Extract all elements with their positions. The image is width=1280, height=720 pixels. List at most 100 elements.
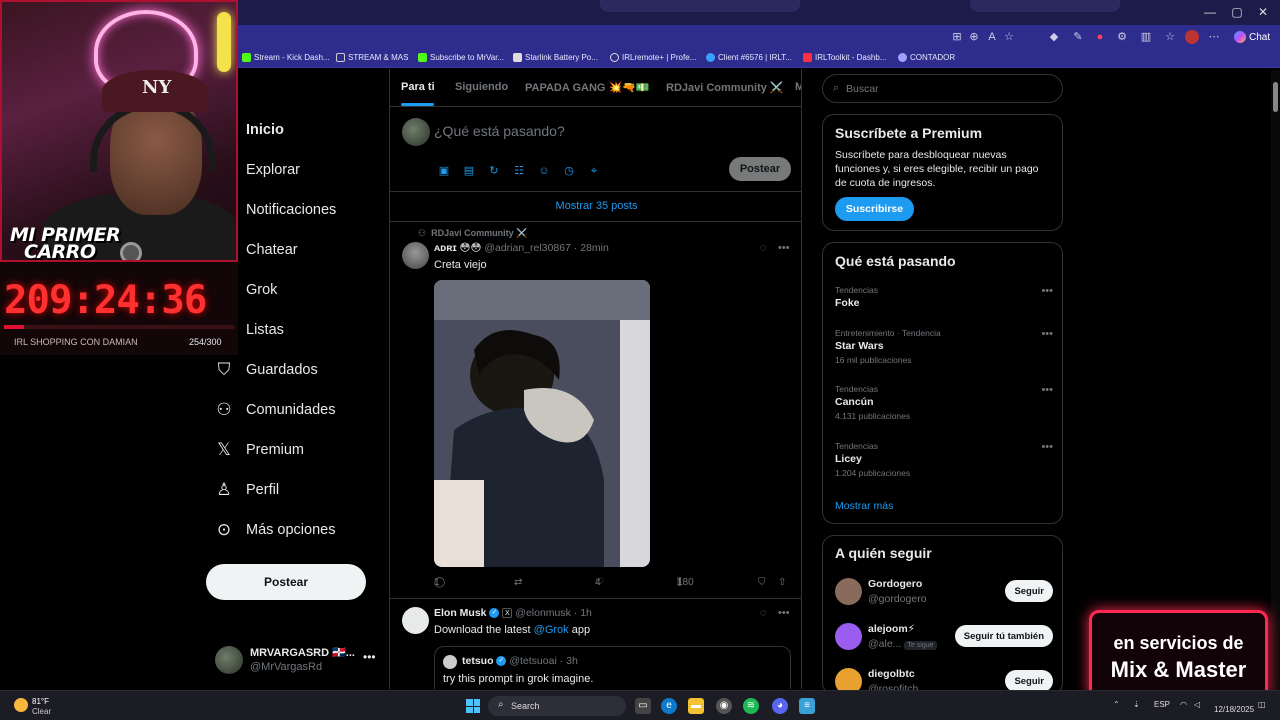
chevron-up-icon[interactable]: ⌃ xyxy=(1113,700,1120,709)
follow-button[interactable]: Seguir xyxy=(1005,670,1053,692)
bookmark-item[interactable]: Subscribe to MrVar... xyxy=(418,53,504,62)
bookmark-item[interactable]: STREAM & MAS xyxy=(336,53,408,62)
page-scrollbar[interactable] xyxy=(1271,70,1280,690)
bookmark-item[interactable]: IRLremote+ | Profe... xyxy=(610,53,696,62)
post-context[interactable]: ⚇ RDJavi Community ⚔️ xyxy=(418,228,527,239)
language-indicator[interactable]: ESP xyxy=(1154,700,1170,709)
grok-icon[interactable]: ◌ xyxy=(760,607,767,619)
avatar[interactable] xyxy=(402,242,429,269)
trend-item[interactable]: Tendencias Foke ••• xyxy=(835,285,1053,309)
nav-item-premium[interactable]: 𝕏 Premium xyxy=(213,435,304,465)
more-icon[interactable]: ••• xyxy=(1041,328,1053,340)
edge-icon[interactable]: e xyxy=(661,698,677,714)
more-icon[interactable]: ••• xyxy=(1041,441,1053,453)
avatar[interactable] xyxy=(402,607,429,634)
bookmark-item[interactable]: Client #6576 | IRLT... xyxy=(706,53,792,62)
more-icon[interactable]: ••• xyxy=(363,650,376,664)
zoom-icon[interactable]: ⊕ xyxy=(967,30,981,44)
scrollbar-thumb[interactable] xyxy=(1273,82,1278,112)
tab-more[interactable]: M xyxy=(795,81,801,93)
trend-item[interactable]: Entretenimiento · Tendencia Star Wars 16… xyxy=(835,328,1053,365)
nav-item-more[interactable]: ⊙ Más opciones xyxy=(213,515,336,545)
subscribe-button[interactable]: Suscribirse xyxy=(835,197,914,221)
obs-icon[interactable]: ◉ xyxy=(716,698,732,714)
copilot-chat-button[interactable]: Chat xyxy=(1230,28,1274,47)
follow-suggestion[interactable]: alejoom⚡ @ale... Te sigue Seguir tú tambi… xyxy=(835,621,1053,653)
compose-input[interactable]: ¿Qué está pasando? xyxy=(434,123,565,139)
trend-item[interactable]: Tendencias Licey 1.204 publicaciones ••• xyxy=(835,441,1053,478)
notepad-icon[interactable]: ≡ xyxy=(799,698,815,714)
extension-icon[interactable]: ✎ xyxy=(1071,30,1085,44)
profile-avatar[interactable] xyxy=(1185,30,1199,44)
usb-icon[interactable]: ⇣ xyxy=(1133,700,1140,709)
windows-start-icon[interactable] xyxy=(466,699,480,713)
browser-tab[interactable] xyxy=(600,0,800,12)
post[interactable]: Elon Musk ✓ X @elonmusk · 1h ◌ ••• Downl… xyxy=(390,599,801,689)
image-icon[interactable]: ▣ xyxy=(436,163,452,179)
location-icon[interactable]: ⌖ xyxy=(586,163,602,179)
more-menu-icon[interactable]: ⋯ xyxy=(1207,30,1221,44)
show-more-link[interactable]: Mostrar más xyxy=(835,500,893,512)
search-box[interactable]: ⌕ xyxy=(822,74,1063,103)
tab-papada-gang[interactable]: PAPADA GANG 💥🔫💵 xyxy=(525,81,650,94)
bookmark-item[interactable]: Stream - Kick Dash... xyxy=(242,53,330,62)
more-icon[interactable]: ••• xyxy=(1041,384,1053,396)
bookmark-item[interactable]: IRLToolkit - Dashb... xyxy=(803,53,886,62)
more-icon[interactable]: ••• xyxy=(778,242,790,254)
gif-icon[interactable]: ▤ xyxy=(461,163,477,179)
post-button[interactable]: Postear xyxy=(206,564,366,600)
taskbar-date[interactable]: 12/18/2025 xyxy=(1214,705,1254,714)
author-handle[interactable]: @elonmusk · 1h xyxy=(515,607,592,619)
volume-icon[interactable]: ◁ xyxy=(1194,700,1200,709)
extensions-icon[interactable]: ⚙ xyxy=(1115,30,1129,44)
grok-image-icon[interactable]: ↻ xyxy=(486,163,502,179)
tab-following[interactable]: Siguiendo xyxy=(455,81,508,93)
wifi-icon[interactable]: ◠ xyxy=(1180,700,1187,709)
post-image[interactable] xyxy=(434,280,650,567)
weather-widget[interactable]: 81°F Clear xyxy=(14,695,74,717)
account-switcher[interactable]: MRVARGASRD 🇩🇴... @MrVargasRd ••• xyxy=(215,644,385,676)
bookmark-item[interactable]: Starlink Battery Po... xyxy=(513,53,598,62)
maximize-icon[interactable]: ▢ xyxy=(1227,5,1247,19)
schedule-icon[interactable]: ◷ xyxy=(561,163,577,179)
tab-for-you[interactable]: Para ti xyxy=(401,81,435,93)
app-icon[interactable]: ⊞ xyxy=(950,30,964,44)
nav-item-communities[interactable]: ⚇ Comunidades xyxy=(213,395,335,425)
star-icon[interactable]: ☆ xyxy=(1002,30,1016,44)
more-icon[interactable]: ••• xyxy=(1041,285,1053,297)
post[interactable]: ⚇ RDJavi Community ⚔️ ᴀᴅʀɪ 😳😳 @adrian_rel… xyxy=(390,222,801,599)
quoted-post[interactable]: tetsuo ✓ @tetsuoai · 3h try this prompt … xyxy=(434,646,791,689)
author-name[interactable]: ᴀᴅʀɪ 😳😳 xyxy=(434,242,481,254)
compose-post-button[interactable]: Postear xyxy=(729,157,791,181)
bookmark-item[interactable]: CONTADOR xyxy=(898,53,955,62)
split-screen-icon[interactable]: ▥ xyxy=(1139,30,1153,44)
extension-icon[interactable]: ◆ xyxy=(1047,30,1061,44)
discord-icon[interactable]: ◕ xyxy=(772,698,788,714)
notification-icon[interactable]: ◫ xyxy=(1258,700,1266,709)
extension-icon[interactable]: ● xyxy=(1093,30,1107,44)
show-new-posts[interactable]: Mostrar 35 posts xyxy=(390,192,801,222)
grok-icon[interactable]: ◌ xyxy=(760,242,767,254)
poll-icon[interactable]: ☷ xyxy=(511,163,527,179)
author-handle[interactable]: @adrian_rel30867 · 28min xyxy=(484,242,608,254)
follow-button[interactable]: Seguir xyxy=(1005,580,1053,602)
search-input[interactable] xyxy=(846,83,1046,95)
favorites-icon[interactable]: ☆ xyxy=(1163,30,1177,44)
trend-item[interactable]: Tendencias Cancún 4.131 publicaciones ••… xyxy=(835,384,1053,421)
read-aloud-icon[interactable]: A xyxy=(985,30,999,44)
emoji-icon[interactable]: ☺ xyxy=(536,163,552,179)
author-name[interactable]: Elon Musk xyxy=(434,607,487,619)
file-explorer-icon[interactable]: ▬ xyxy=(688,698,704,714)
taskbar-search[interactable]: ⌕ Search xyxy=(488,696,626,716)
nav-item-bookmarks[interactable]: ⛉ Guardados xyxy=(213,355,318,385)
task-view-icon[interactable]: ▭ xyxy=(635,698,651,714)
minimize-icon[interactable]: — xyxy=(1200,5,1220,19)
nav-item-profile[interactable]: ♙ Perfil xyxy=(213,475,279,505)
follow-back-button[interactable]: Seguir tú también xyxy=(954,625,1053,647)
browser-tab[interactable] xyxy=(970,0,1120,12)
mention-link[interactable]: @Grok xyxy=(534,624,569,636)
more-icon[interactable]: ••• xyxy=(778,607,790,619)
tab-rdjavi-community[interactable]: RDJavi Community ⚔️ xyxy=(666,81,784,94)
close-icon[interactable]: ✕ xyxy=(1253,5,1273,19)
spotify-icon[interactable]: ≋ xyxy=(743,698,759,714)
